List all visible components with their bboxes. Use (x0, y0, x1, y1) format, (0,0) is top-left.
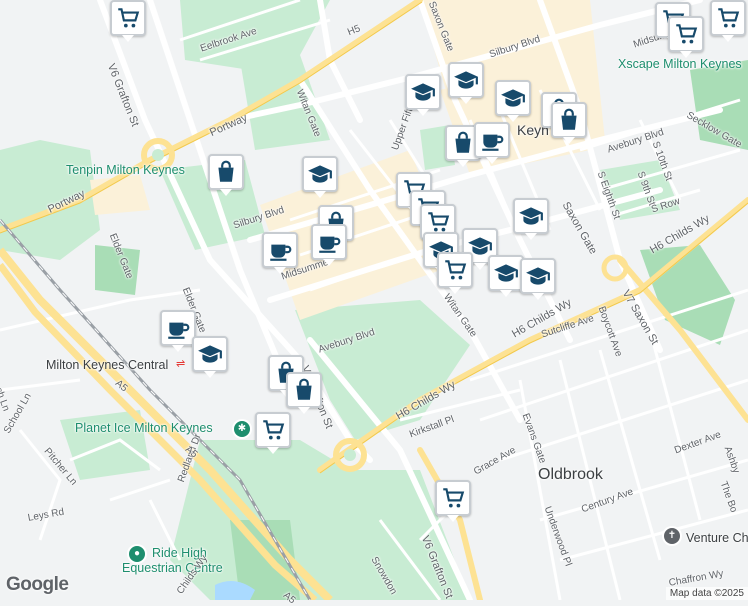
marker-grocery[interactable] (110, 0, 146, 42)
marker-grocery[interactable] (668, 16, 704, 58)
shopping-cart-icon (445, 260, 467, 280)
map-attribution[interactable]: Map data ©2025 (665, 587, 748, 600)
marker-grocery[interactable] (437, 252, 473, 294)
leisure-icon[interactable]: ● (129, 546, 145, 562)
shopping-cart-icon (443, 488, 465, 508)
leisure-icon[interactable]: ✱ (234, 421, 250, 437)
marker-shop[interactable] (286, 372, 322, 414)
shopping-cart-icon (118, 8, 140, 28)
marker-grocery[interactable] (710, 0, 746, 42)
graduation-cap-icon (411, 83, 435, 101)
marker-school[interactable] (302, 156, 338, 198)
shopping-bag-icon (218, 160, 234, 182)
shopping-bag-icon (561, 108, 577, 130)
marker-school[interactable] (448, 62, 484, 104)
marker-cafe[interactable] (311, 224, 347, 266)
marker-school[interactable] (192, 336, 228, 378)
shopping-cart-icon (718, 8, 740, 28)
graduation-cap-icon (519, 207, 543, 225)
marker-school[interactable] (405, 74, 441, 116)
graduation-cap-icon (198, 345, 222, 363)
marker-cafe[interactable] (474, 122, 510, 164)
shopping-cart-icon (676, 24, 698, 44)
graduation-cap-icon (526, 267, 550, 285)
marker-school[interactable] (520, 258, 556, 300)
marker-shop[interactable] (551, 102, 587, 144)
coffee-cup-icon (482, 134, 504, 151)
map-canvas[interactable] (0, 0, 748, 600)
marker-grocery[interactable] (435, 480, 471, 522)
graduation-cap-icon (501, 89, 525, 107)
marker-school[interactable] (495, 80, 531, 122)
marker-grocery[interactable] (255, 412, 291, 454)
graduation-cap-icon (454, 71, 478, 89)
google-logo[interactable]: Google (6, 574, 69, 596)
marker-school[interactable] (488, 255, 524, 297)
marker-cafe[interactable] (160, 310, 196, 352)
coffee-cup-icon (270, 244, 292, 261)
graduation-cap-icon (494, 264, 518, 282)
graduation-cap-icon (308, 165, 332, 183)
marker-shop[interactable] (208, 154, 244, 196)
place-of-worship-icon[interactable]: ✝ (664, 528, 680, 544)
marker-cafe[interactable] (262, 232, 298, 274)
coffee-cup-icon (319, 236, 341, 253)
shopping-cart-icon (263, 420, 285, 440)
marker-school[interactable] (513, 198, 549, 240)
shopping-bag-icon (296, 378, 312, 400)
shopping-bag-icon (455, 131, 471, 153)
coffee-cup-icon (168, 322, 190, 339)
